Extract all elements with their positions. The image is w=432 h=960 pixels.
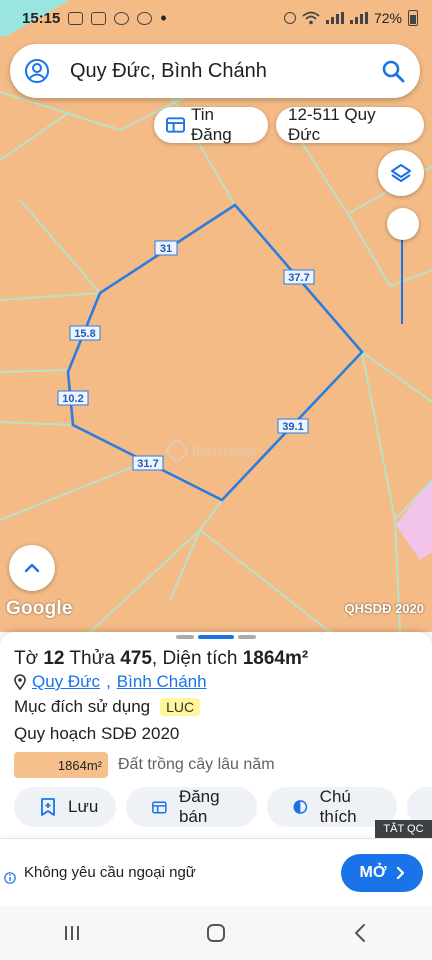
save-label: Lưu (68, 797, 99, 816)
search-input[interactable]: Quy Đức, Bình Chánh (70, 60, 380, 83)
ad-open-label: MỞ (359, 864, 387, 881)
legend-row: 1864m² Đất trồng cây lâu năm (14, 752, 275, 778)
post-sale-label: Đăng bán (178, 787, 220, 826)
back-button[interactable] (330, 913, 390, 953)
parcel-code-label: 12-511 Quy Đức (288, 105, 376, 144)
lot-number: 475 (120, 648, 152, 669)
contrast-icon (293, 800, 308, 814)
photo-icon (91, 11, 107, 25)
purpose-code-badge: LUC (160, 698, 201, 716)
system-nav-bar (0, 906, 432, 960)
layers-button[interactable] (378, 150, 424, 196)
location-pin-icon (14, 674, 26, 690)
bookmark-add-icon (41, 798, 55, 816)
chevron-up-icon (24, 563, 40, 573)
dot-icon: • (160, 8, 167, 28)
tin-dang-label: Tin Đăng (191, 105, 232, 144)
post-sale-button[interactable]: Đăng bán (126, 787, 258, 827)
chevron-right-icon (397, 867, 405, 879)
sheet-number: 12 (43, 648, 65, 669)
parcel-info-panel: Tờ 12 Thửa 475, Diện tích 1864m² Quy Đức… (0, 632, 432, 836)
status-bar: 15:15 • 72% (0, 0, 432, 36)
watermark: Batdongsan (166, 440, 256, 462)
opacity-slider-thumb[interactable] (387, 208, 419, 240)
pink-zone (396, 478, 432, 560)
legend-label: Đất trồng cây lâu năm (118, 756, 275, 773)
home-icon (207, 924, 225, 942)
edge-label-31: 31 (160, 243, 172, 255)
expand-panel-button[interactable] (9, 545, 55, 591)
layers-icon (391, 164, 411, 182)
edge-label-39-1: 39.1 (282, 421, 303, 433)
address-district-link[interactable]: Bình Chánh (117, 672, 207, 692)
home-button[interactable] (186, 913, 246, 953)
recent-apps-button[interactable] (42, 913, 102, 953)
compass-icon (137, 11, 153, 25)
image-icon (68, 11, 84, 25)
recent-apps-icon (65, 926, 79, 940)
battery-percent: 72% (373, 10, 402, 26)
account-icon[interactable] (24, 58, 50, 84)
address-separator: , (106, 672, 111, 691)
purpose-row: Mục đích sử dụng LUC (14, 697, 201, 717)
wifi-icon (302, 11, 320, 25)
cadastral-grid (0, 59, 432, 632)
ad-open-button[interactable]: MỞ (341, 854, 423, 892)
search-bar[interactable]: Quy Đức, Bình Chánh (10, 44, 420, 98)
listing-icon (166, 117, 186, 133)
action-buttons: Lưu Đăng bán Chú thích (14, 787, 432, 827)
battery-icon (408, 10, 418, 26)
map-source-label: QHSDĐ 2020 (344, 601, 424, 616)
edge-label-10-2: 10.2 (62, 393, 83, 405)
signal-icon (325, 12, 344, 24)
edge-label-37-7: 37.7 (288, 272, 309, 284)
google-logo: Google (6, 598, 73, 619)
plan-label: Quy hoạch SDĐ 2020 (14, 724, 180, 743)
address-ward-link[interactable]: Quy Đức (32, 672, 100, 692)
ad-banner[interactable]: Không yêu cầu ngoại ngữ MỞ (0, 838, 432, 906)
address-row: Quy Đức, Bình Chánh (14, 672, 207, 692)
watermark-logo-icon (166, 440, 188, 462)
back-icon (355, 924, 365, 942)
listing-icon (152, 800, 167, 814)
close-ad-button[interactable]: TẮT QC (375, 820, 432, 838)
parcel-title: Tờ 12 Thửa 475, Diện tích 1864m² (14, 648, 309, 669)
parcel-code-chip[interactable]: 12-511 Quy Đức (276, 105, 424, 144)
info-icon[interactable] (4, 871, 16, 885)
area-value: 1864m² (242, 648, 309, 669)
watermark-text: Batdongsan (192, 444, 257, 458)
edge-label-15-8: 15.8 (74, 328, 95, 340)
status-time: 15:15 (22, 9, 61, 27)
edge-label-31-7: 31.7 (137, 458, 158, 470)
panel-pager[interactable] (176, 635, 256, 639)
alarm-icon (283, 12, 296, 24)
legend-area: 1864m² (57, 757, 102, 773)
tin-dang-chip[interactable]: Tin Đăng (154, 105, 268, 144)
save-button[interactable]: Lưu (14, 787, 117, 827)
camera-icon (114, 11, 130, 25)
legend-swatch: 1864m² (14, 752, 108, 778)
purpose-label: Mục đích sử dụng (14, 697, 151, 716)
legend-button-label: Chú thích (319, 787, 357, 826)
ad-text: Không yêu cầu ngoại ngữ (24, 864, 196, 881)
search-icon[interactable] (380, 58, 406, 84)
signal-icon-2 (349, 12, 368, 24)
opacity-slider-track[interactable] (401, 226, 403, 324)
